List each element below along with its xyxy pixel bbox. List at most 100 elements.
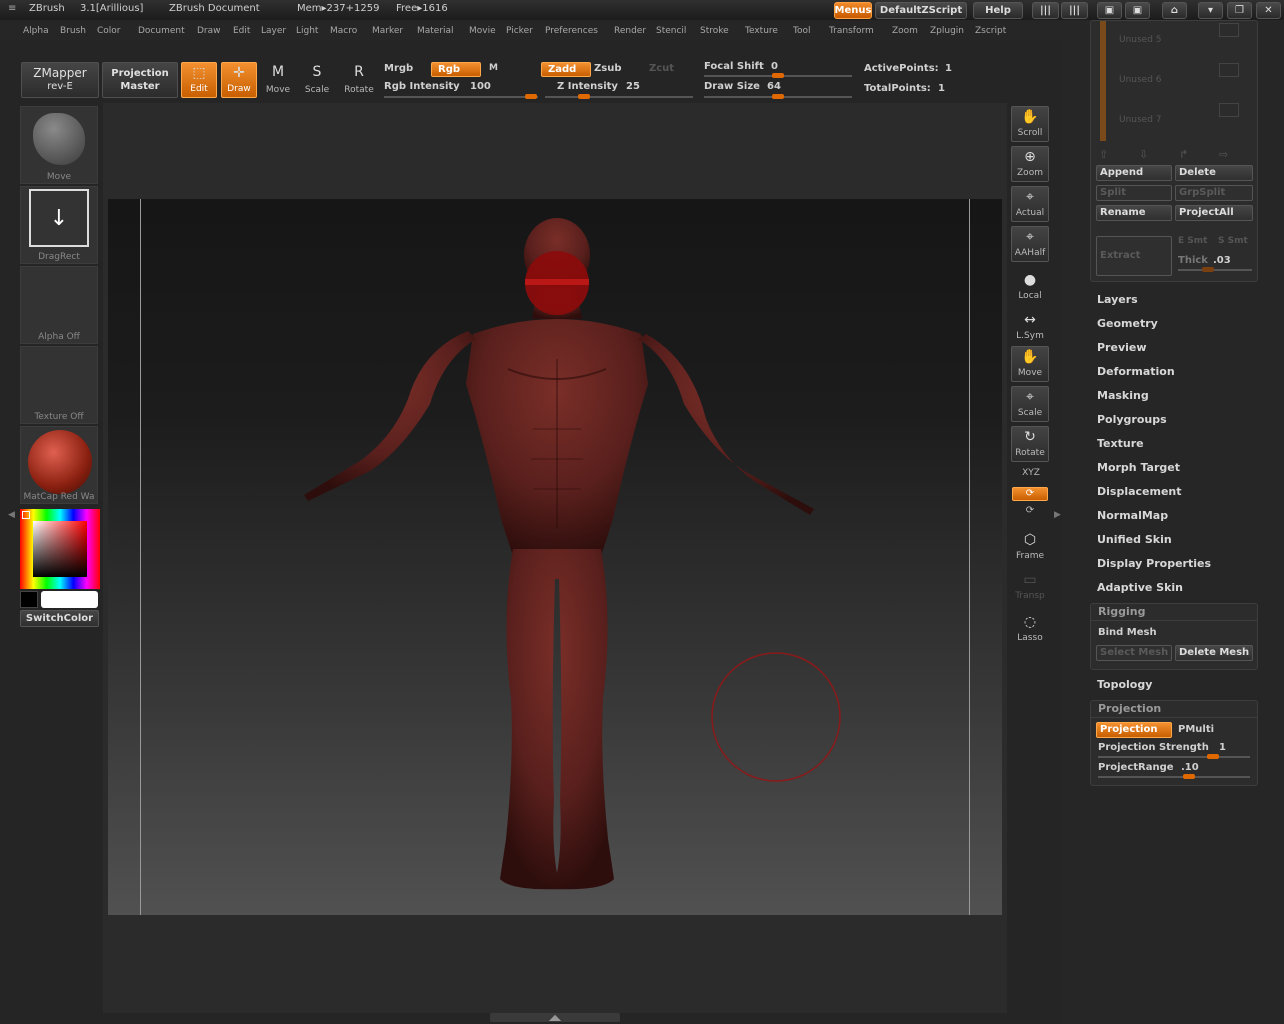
subtool-unused-6[interactable]: Unused 6: [1119, 75, 1162, 85]
material-selector[interactable]: MatCap Red Wa: [20, 426, 98, 504]
section-texture[interactable]: Texture: [1097, 437, 1144, 450]
rotate-view-tool-button[interactable]: ↻ Rotate: [1011, 426, 1049, 462]
projection-title[interactable]: Projection: [1091, 701, 1257, 718]
menu-transform[interactable]: Transform: [829, 26, 874, 36]
alpha-selector[interactable]: Alpha Off: [20, 266, 98, 344]
delete-mesh-button[interactable]: Delete Mesh: [1175, 645, 1253, 661]
e-smt-toggle[interactable]: E Smt: [1178, 236, 1207, 246]
transp-tool-button[interactable]: ▭ Transp: [1011, 570, 1049, 606]
menu-stencil[interactable]: Stencil: [656, 26, 686, 36]
menu-zplugin[interactable]: Zplugin: [930, 26, 964, 36]
menu-light[interactable]: Light: [296, 26, 318, 36]
draw-size-knob[interactable]: [772, 94, 784, 99]
brush-selector[interactable]: Move: [20, 106, 98, 184]
arrow-up-icon[interactable]: ⇧: [1099, 148, 1108, 161]
append-button[interactable]: Append: [1096, 165, 1172, 181]
help-button[interactable]: Help: [973, 2, 1023, 19]
primary-color-swatch[interactable]: [41, 591, 98, 608]
bottom-tray-toggle-icon[interactable]: ◢◣: [490, 1013, 620, 1022]
menu-stroke[interactable]: Stroke: [700, 26, 729, 36]
zoom-tool-button[interactable]: ⊕ Zoom: [1011, 146, 1049, 182]
lasso-tool-button[interactable]: ◌ Lasso: [1011, 612, 1049, 648]
projectall-button[interactable]: ProjectAll: [1175, 205, 1253, 221]
move-mode-button[interactable]: M Move: [260, 62, 296, 98]
switch-color-button[interactable]: SwitchColor: [20, 610, 99, 627]
section-unified-skin[interactable]: Unified Skin: [1097, 533, 1172, 546]
menu-layer[interactable]: Layer: [261, 26, 286, 36]
section-geometry[interactable]: Geometry: [1097, 317, 1158, 330]
menu-render[interactable]: Render: [614, 26, 646, 36]
right-tray-toggle-icon[interactable]: ▶: [1054, 510, 1061, 520]
section-morph-target[interactable]: Morph Target: [1097, 461, 1180, 474]
edit-mode-button[interactable]: ⬚ Edit: [181, 62, 217, 98]
left-tray-toggle-icon[interactable]: ◀: [8, 510, 15, 520]
menu-document[interactable]: Document: [138, 26, 185, 36]
section-normalmap[interactable]: NormalMap: [1097, 509, 1168, 522]
subtool-visibility-5-icon[interactable]: [1219, 23, 1239, 37]
subtool-unused-5[interactable]: Unused 5: [1119, 35, 1162, 45]
menu-brush[interactable]: Brush: [60, 26, 86, 36]
menu-marker[interactable]: Marker: [372, 26, 403, 36]
subtool-visibility-7-icon[interactable]: [1219, 103, 1239, 117]
section-displacement[interactable]: Displacement: [1097, 485, 1182, 498]
z-intensity-knob[interactable]: [578, 94, 590, 99]
rename-button[interactable]: Rename: [1096, 205, 1172, 221]
zsub-toggle[interactable]: Zsub: [594, 63, 621, 74]
select-mesh-button[interactable]: Select Mesh: [1096, 645, 1172, 661]
arrow-right-icon[interactable]: ⇨: [1219, 148, 1228, 161]
menu-movie[interactable]: Movie: [469, 26, 496, 36]
split-button[interactable]: Split: [1096, 185, 1172, 201]
grpsplit-button[interactable]: GrpSplit: [1175, 185, 1253, 201]
lsym-tool-button[interactable]: ↔ L.Sym: [1011, 310, 1049, 346]
secondary-color-swatch[interactable]: [20, 591, 38, 608]
local-tool-button[interactable]: ● Local: [1011, 270, 1049, 306]
menu-color[interactable]: Color: [97, 26, 121, 36]
menus-button[interactable]: Menus: [834, 2, 872, 19]
subtool-unused-7[interactable]: Unused 7: [1119, 115, 1162, 125]
y-axis-rotate-icon[interactable]: ⟳: [1012, 487, 1048, 501]
rigging-title[interactable]: Rigging: [1091, 604, 1257, 621]
arrow-down-icon[interactable]: ⇩: [1139, 148, 1148, 161]
scroll-tool-button[interactable]: ✋ Scroll: [1011, 106, 1049, 142]
section-deformation[interactable]: Deformation: [1097, 365, 1175, 378]
delete-button[interactable]: Delete: [1175, 165, 1253, 181]
texture-selector[interactable]: Texture Off: [20, 346, 98, 424]
frame-tool-button[interactable]: ⬡ Frame: [1011, 530, 1049, 566]
scale-view-tool-button[interactable]: ⌖ Scale: [1011, 386, 1049, 422]
section-masking[interactable]: Masking: [1097, 389, 1149, 402]
section-adaptive-skin[interactable]: Adaptive Skin: [1097, 581, 1183, 594]
color-picker[interactable]: [20, 509, 100, 589]
default-zscript-button[interactable]: DefaultZScript: [875, 2, 967, 19]
scale-mode-button[interactable]: S Scale: [299, 62, 335, 98]
project-range-slider[interactable]: [1098, 774, 1250, 779]
xyz-toggle[interactable]: XYZ: [1014, 468, 1048, 478]
minimize-icon[interactable]: ▾: [1198, 2, 1223, 19]
menu-zscript[interactable]: Zscript: [975, 26, 1006, 36]
menu-draw[interactable]: Draw: [197, 26, 221, 36]
color-square[interactable]: [33, 521, 87, 577]
menu-zoom[interactable]: Zoom: [892, 26, 918, 36]
draw-mode-button[interactable]: ✛ Draw: [221, 62, 257, 98]
arrow-redo-icon[interactable]: ↱: [1179, 148, 1188, 161]
menu-edit[interactable]: Edit: [233, 26, 250, 36]
section-polygroups[interactable]: Polygroups: [1097, 413, 1167, 426]
mrgb-toggle[interactable]: Mrgb: [384, 63, 413, 74]
menu-picker[interactable]: Picker: [506, 26, 533, 36]
lock-icon[interactable]: ⌂: [1162, 2, 1187, 19]
projection-master-button[interactable]: Projection Master: [102, 62, 178, 98]
zadd-toggle[interactable]: Zadd: [541, 62, 591, 77]
zcut-toggle[interactable]: Zcut: [649, 63, 674, 74]
draw-size-slider[interactable]: [704, 94, 852, 99]
menu-texture[interactable]: Texture: [745, 26, 778, 36]
tile-windows-icon[interactable]: ▣: [1097, 2, 1122, 19]
z-axis-rotate-icon[interactable]: ⟳: [1012, 505, 1048, 519]
close-icon[interactable]: ✕: [1256, 2, 1281, 19]
menu-macro[interactable]: Macro: [330, 26, 357, 36]
section-preview[interactable]: Preview: [1097, 341, 1147, 354]
section-display-properties[interactable]: Display Properties: [1097, 557, 1211, 570]
maximize-icon[interactable]: ❐: [1227, 2, 1252, 19]
focal-shift-slider[interactable]: [704, 73, 852, 78]
m-toggle[interactable]: M: [489, 63, 498, 73]
menu-preferences[interactable]: Preferences: [545, 26, 598, 36]
menu-material[interactable]: Material: [417, 26, 454, 36]
